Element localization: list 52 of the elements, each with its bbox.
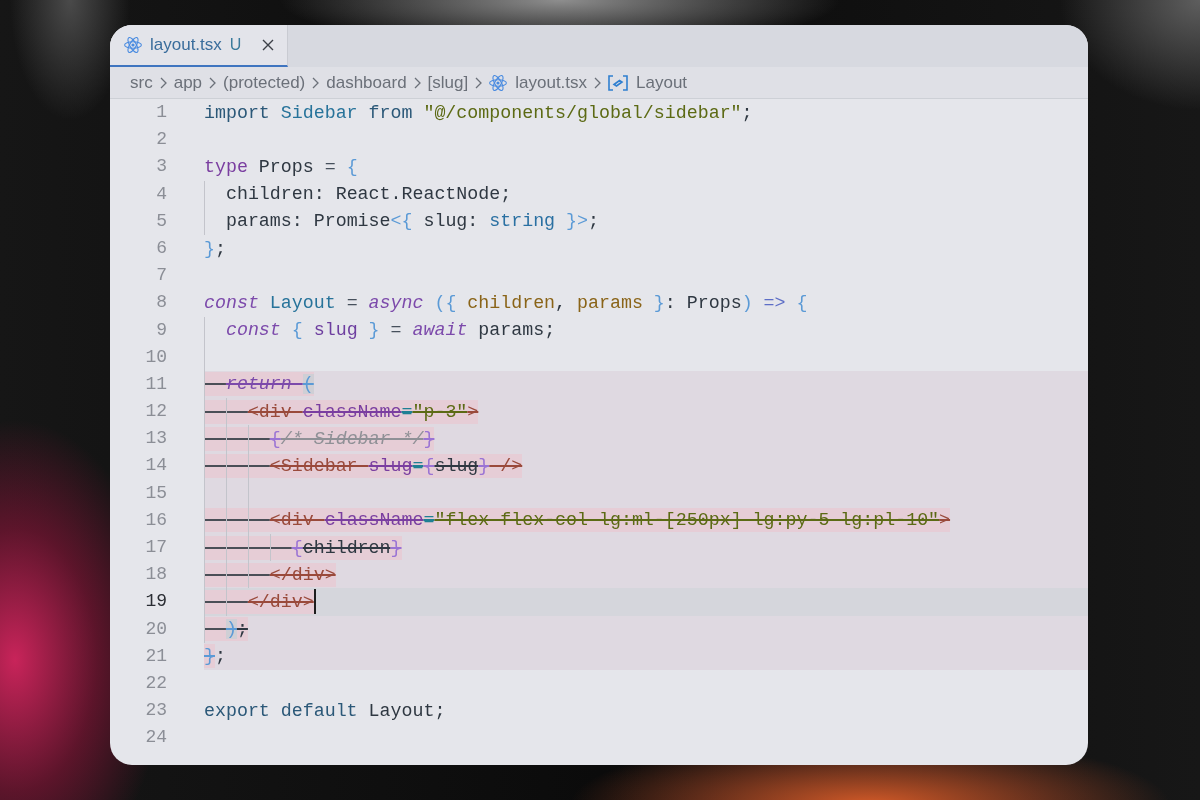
code-line: import Sidebar from "@/components/global/sidebar"; (204, 101, 753, 125)
line-number: 17 (144, 536, 167, 559)
line-number: 23 (144, 699, 167, 723)
line-number: 12 (144, 400, 167, 424)
chevron-icon (159, 76, 167, 89)
chevron-icon (413, 76, 421, 89)
code-line: export default Layout; (204, 699, 446, 723)
breadcrumb-item[interactable]: layout.tsx (489, 72, 588, 93)
breadcrumb-item[interactable]: app (173, 72, 203, 93)
chevron-icon (594, 76, 602, 89)
atom-icon (124, 37, 142, 53)
file-status: U (229, 36, 242, 54)
close-icon (262, 39, 274, 51)
text-cursor (313, 589, 316, 615)
line-number: 6 (155, 236, 167, 260)
chevron-icon (475, 76, 483, 89)
line-number: 5 (155, 209, 167, 233)
line-number: 21 (144, 644, 167, 668)
line-number: 22 (144, 671, 167, 695)
code-line: }; (204, 237, 226, 261)
editor-tab[interactable]: layout.tsx U (110, 25, 288, 67)
line-number: 8 (155, 291, 167, 315)
line-number: 14 (144, 454, 167, 478)
code-line: const Layout = async ({ children, params }: Props) => { (204, 291, 808, 315)
line-number: 20 (144, 617, 167, 641)
line-number: 24 (144, 726, 167, 750)
line-number: 3 (155, 155, 167, 179)
line-number: 11 (144, 372, 167, 396)
line-number: 15 (144, 481, 167, 505)
breadcrumb-item[interactable]: Layout (608, 72, 688, 93)
line-number: 7 (155, 264, 167, 288)
breadcrumb-item[interactable]: [slug] (427, 72, 469, 93)
code-line: const { slug } = await params; (225, 319, 556, 343)
bracketed-box-icon (608, 74, 629, 91)
code-line: children: React.ReactNode; (225, 183, 512, 207)
line-number: 13 (144, 427, 167, 451)
breadcrumb-item[interactable]: src (130, 72, 153, 93)
line-number: 1 (155, 101, 167, 124)
breadcrumb-item[interactable]: dashboard (326, 72, 407, 93)
line-number: 10 (144, 345, 167, 369)
chevron-icon (312, 76, 320, 89)
chevron-icon (209, 76, 217, 89)
line-number: 16 (144, 508, 167, 532)
line-number: 2 (155, 128, 167, 152)
line-number: 19 (144, 590, 167, 614)
line-number: 4 (155, 182, 167, 206)
line-number: 9 (155, 318, 167, 342)
line-number: 18 (144, 563, 167, 587)
atom-icon (489, 74, 508, 91)
code-line: type Props = { (204, 155, 358, 179)
breadcrumb-item[interactable]: (protected) (223, 72, 306, 93)
code-line: params: Promise<{ slug: string }>; (225, 210, 599, 234)
